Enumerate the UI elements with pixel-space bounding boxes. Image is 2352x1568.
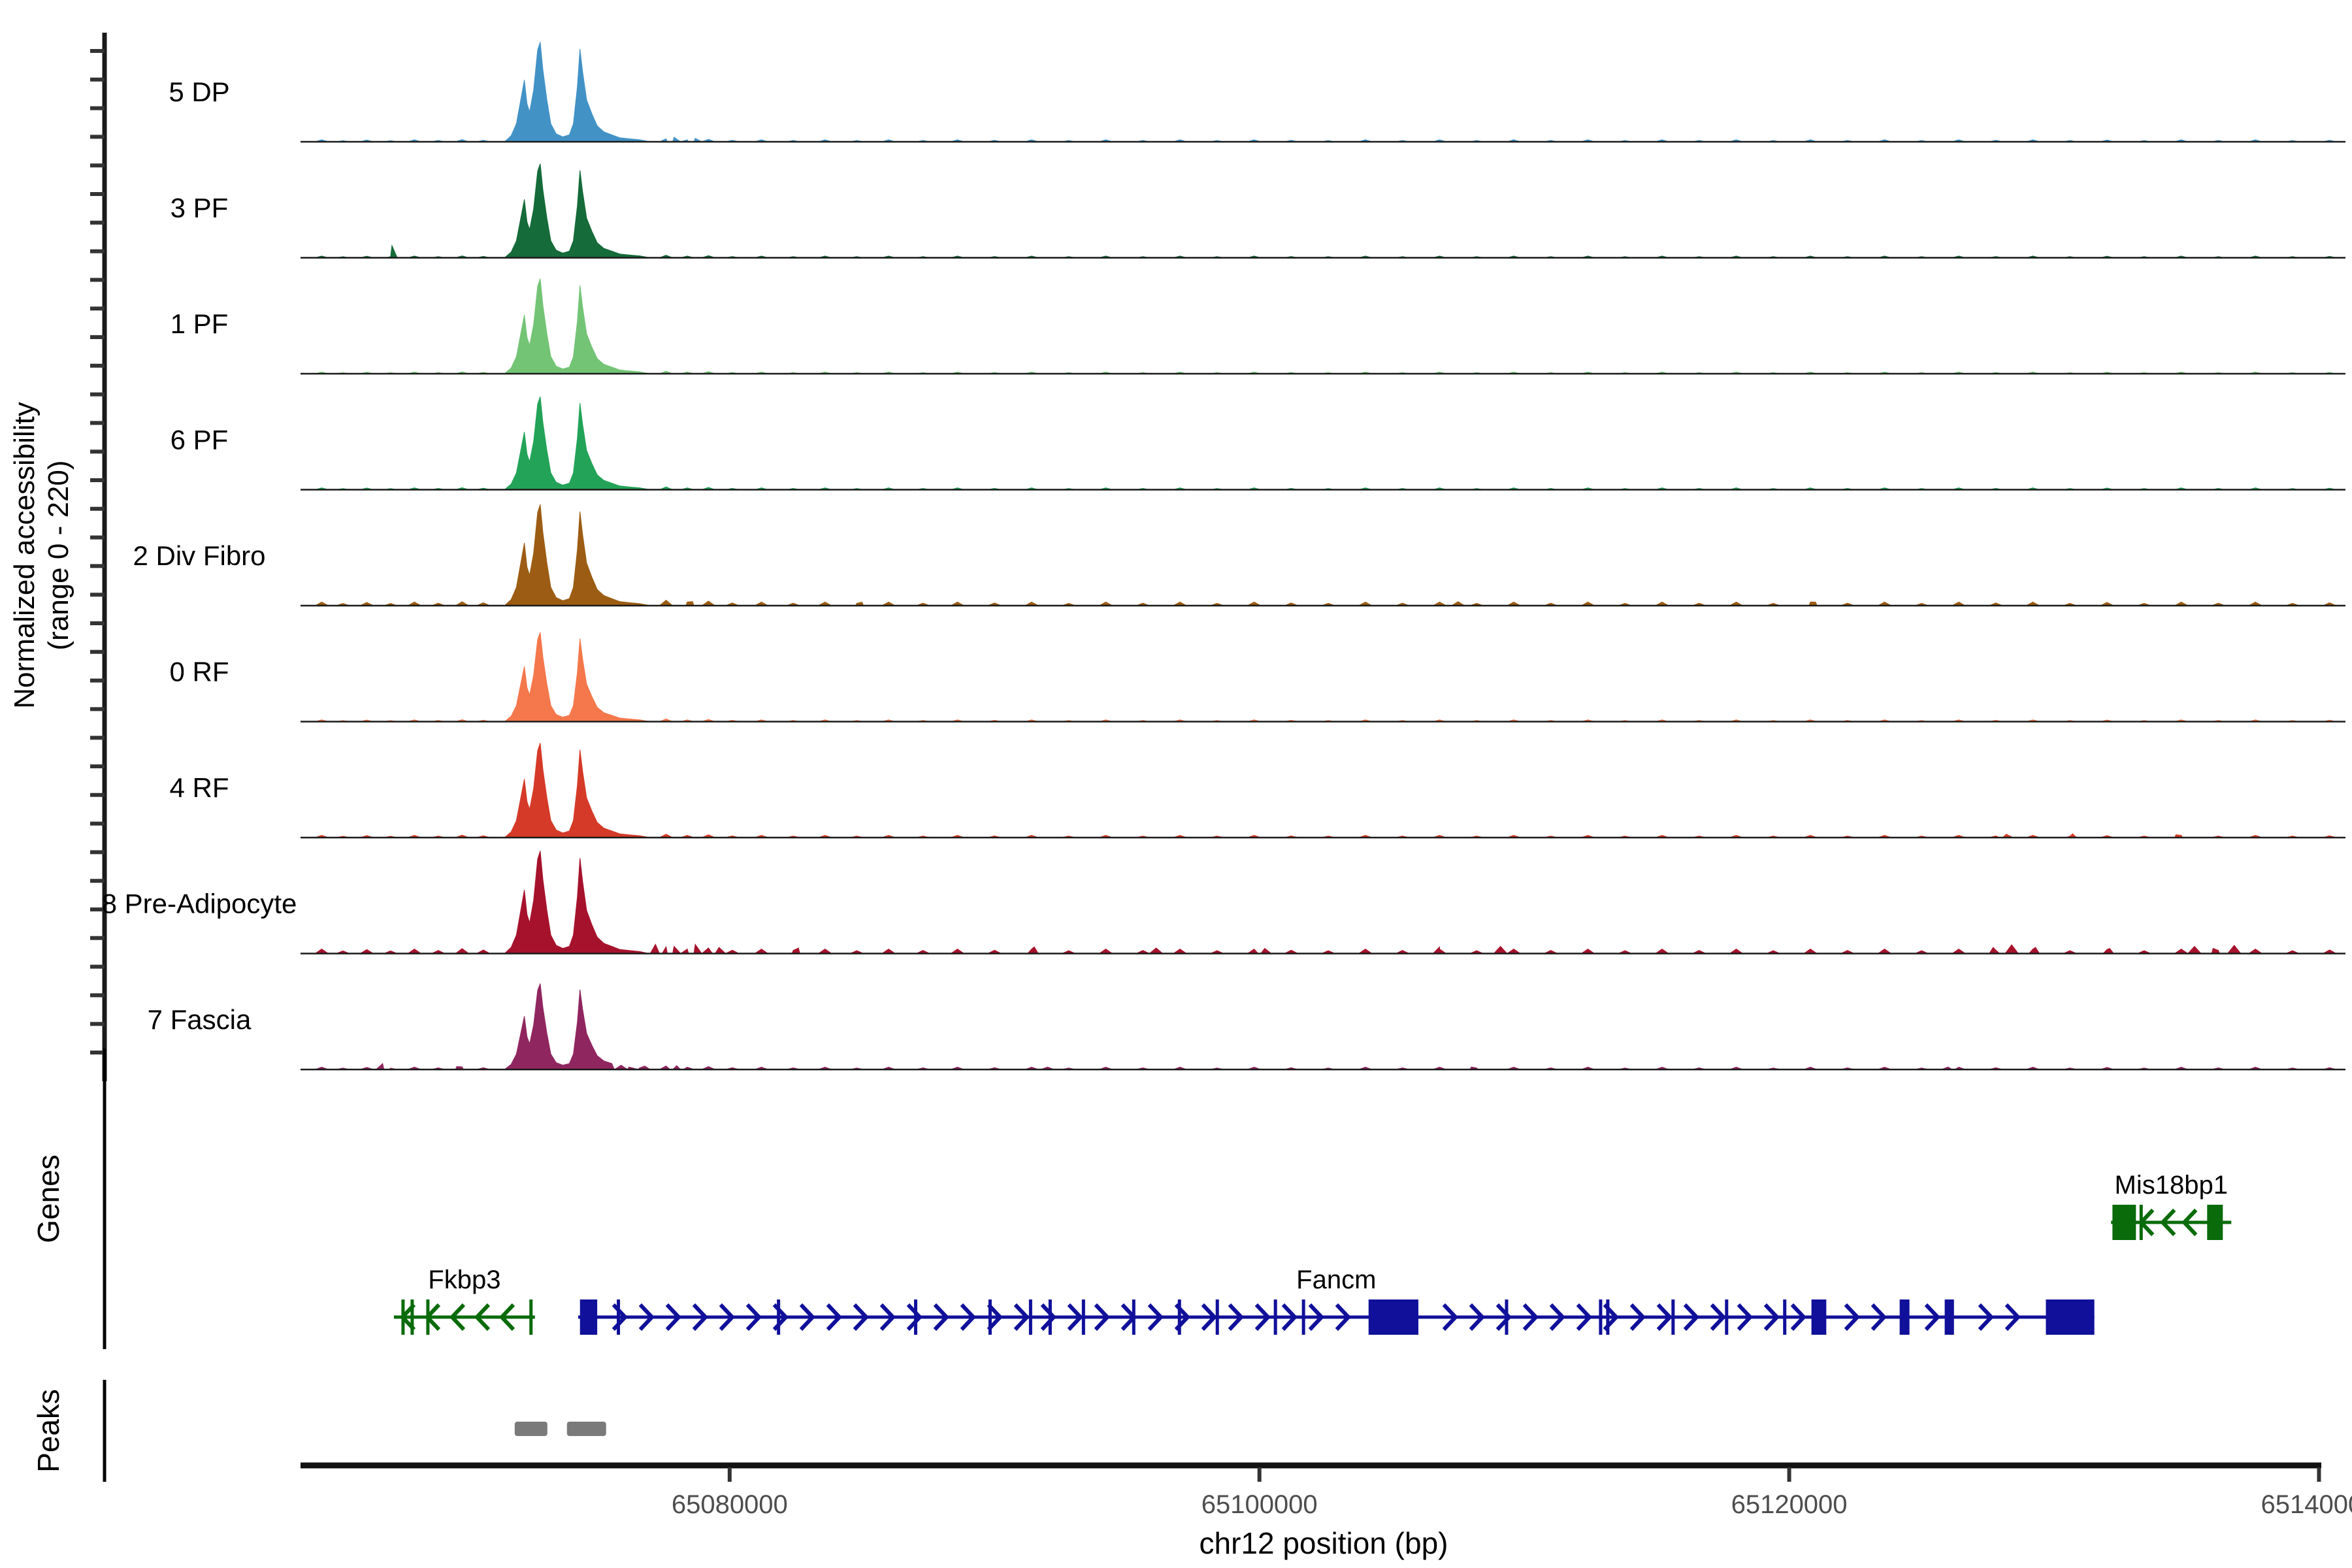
exon-tick xyxy=(1599,1299,1602,1335)
signal-area xyxy=(301,279,2345,374)
signal-area xyxy=(301,504,2345,606)
signal-area xyxy=(301,42,2345,142)
peak-interval xyxy=(515,1422,547,1436)
exon-tick xyxy=(401,1299,404,1335)
signal-area xyxy=(301,397,2345,490)
exon-box xyxy=(2046,1299,2094,1335)
exon-box xyxy=(1812,1299,1827,1335)
exon-tick xyxy=(617,1299,620,1335)
track-label: 5 DP xyxy=(169,76,229,107)
exon-box xyxy=(1945,1299,1954,1335)
signal-area xyxy=(301,851,2345,953)
exon-tick xyxy=(2140,1205,2143,1240)
x-axis-tick-label: 65100000 xyxy=(1201,1490,1318,1519)
track-label: 1 PF xyxy=(171,308,229,339)
y-axis: Normalized accessibility (range 0 - 220) xyxy=(8,33,105,1081)
gene-name-label: Fkbp3 xyxy=(428,1266,500,1294)
exon-box xyxy=(580,1299,597,1335)
exon-tick xyxy=(426,1299,429,1335)
exon-box xyxy=(1369,1299,1418,1335)
exon-tick xyxy=(1274,1299,1277,1335)
genome-browser-page: Normalized accessibility (range 0 - 220)… xyxy=(0,0,2352,1568)
gene-mis18bp1: Mis18bp1 xyxy=(2111,1171,2231,1240)
track-3-pf: 3 PF xyxy=(171,164,2345,258)
exon-tick xyxy=(1082,1299,1085,1335)
x-axis-title: chr12 position (bp) xyxy=(1200,1526,1448,1560)
exon-tick xyxy=(1302,1299,1305,1335)
peak-interval xyxy=(567,1422,606,1436)
genes-section: Genes Fkbp3 Fancm Mis18bp1 xyxy=(31,1049,2231,1349)
genes-sidebar-label: Genes xyxy=(31,1154,65,1243)
x-axis-tick-label: 65120000 xyxy=(1731,1490,1848,1519)
exon-tick xyxy=(1725,1299,1728,1335)
gene-name-label: Fancm xyxy=(1296,1266,1376,1294)
exon-tick xyxy=(1783,1299,1786,1335)
track-label: 2 Div Fibro xyxy=(133,540,265,571)
exon-tick xyxy=(988,1299,992,1335)
gene-fkbp3: Fkbp3 xyxy=(394,1266,535,1335)
exon-tick xyxy=(1606,1299,1609,1335)
track-5-dp: 5 DP xyxy=(169,42,2345,142)
track-1-pf: 1 PF xyxy=(171,279,2345,374)
track-label: 6 PF xyxy=(171,425,229,455)
signal-area xyxy=(301,743,2345,838)
exon-tick xyxy=(914,1299,917,1335)
exon-box xyxy=(2112,1205,2136,1240)
x-axis-tick-label: 65080000 xyxy=(672,1490,788,1519)
exon-tick xyxy=(1029,1299,1032,1335)
track-0-rf: 0 RF xyxy=(169,632,2345,722)
exon-tick xyxy=(1178,1299,1181,1335)
track-4-rf: 4 RF xyxy=(169,743,2345,838)
signal-area xyxy=(301,632,2345,722)
signal-area xyxy=(301,983,2345,1070)
y-axis-label-line2: (range 0 - 220) xyxy=(42,460,74,650)
track-label: 4 RF xyxy=(169,772,229,803)
exon-box xyxy=(1900,1299,1910,1335)
peaks-sidebar-label: Peaks xyxy=(31,1389,65,1473)
exon-tick xyxy=(777,1299,780,1335)
track-7-fascia: 7 Fascia xyxy=(148,983,2345,1070)
gene-fancm: Fancm xyxy=(578,1266,2095,1335)
exon-tick xyxy=(1132,1299,1135,1335)
exon-tick xyxy=(1049,1299,1052,1335)
x-axis-tick-label: 65140000 xyxy=(2261,1490,2352,1519)
track-2-div-fibro: 2 Div Fibro xyxy=(133,504,2345,606)
signal-area xyxy=(301,164,2345,258)
exon-tick xyxy=(1216,1299,1219,1335)
genome-browser-figure: Normalized accessibility (range 0 - 220)… xyxy=(0,0,2352,1568)
y-axis-label-line1: Normalized accessibility xyxy=(8,402,41,708)
accessibility-tracks: 5 DP 3 PF 1 PF 6 PF 2 Div Fibro 0 RF 4 RF 8 Pre… xyxy=(102,42,2345,1070)
exon-tick xyxy=(410,1299,414,1335)
track-label: 8 Pre-Adipocyte xyxy=(102,889,297,919)
track-8-pre-adipocyte: 8 Pre-Adipocyte xyxy=(102,851,2345,953)
gene-name-label: Mis18bp1 xyxy=(2115,1171,2228,1200)
exon-box xyxy=(2207,1205,2223,1240)
track-label: 0 RF xyxy=(169,657,229,687)
exon-tick xyxy=(529,1299,532,1335)
exon-tick xyxy=(1671,1299,1674,1335)
track-6-pf: 6 PF xyxy=(171,397,2345,490)
exon-tick xyxy=(1505,1299,1508,1335)
track-label: 7 Fascia xyxy=(148,1004,252,1035)
track-label: 3 PF xyxy=(171,193,229,223)
x-axis: 65080000 65100000 65120000 65140000 chr12 p… xyxy=(301,1465,2352,1560)
